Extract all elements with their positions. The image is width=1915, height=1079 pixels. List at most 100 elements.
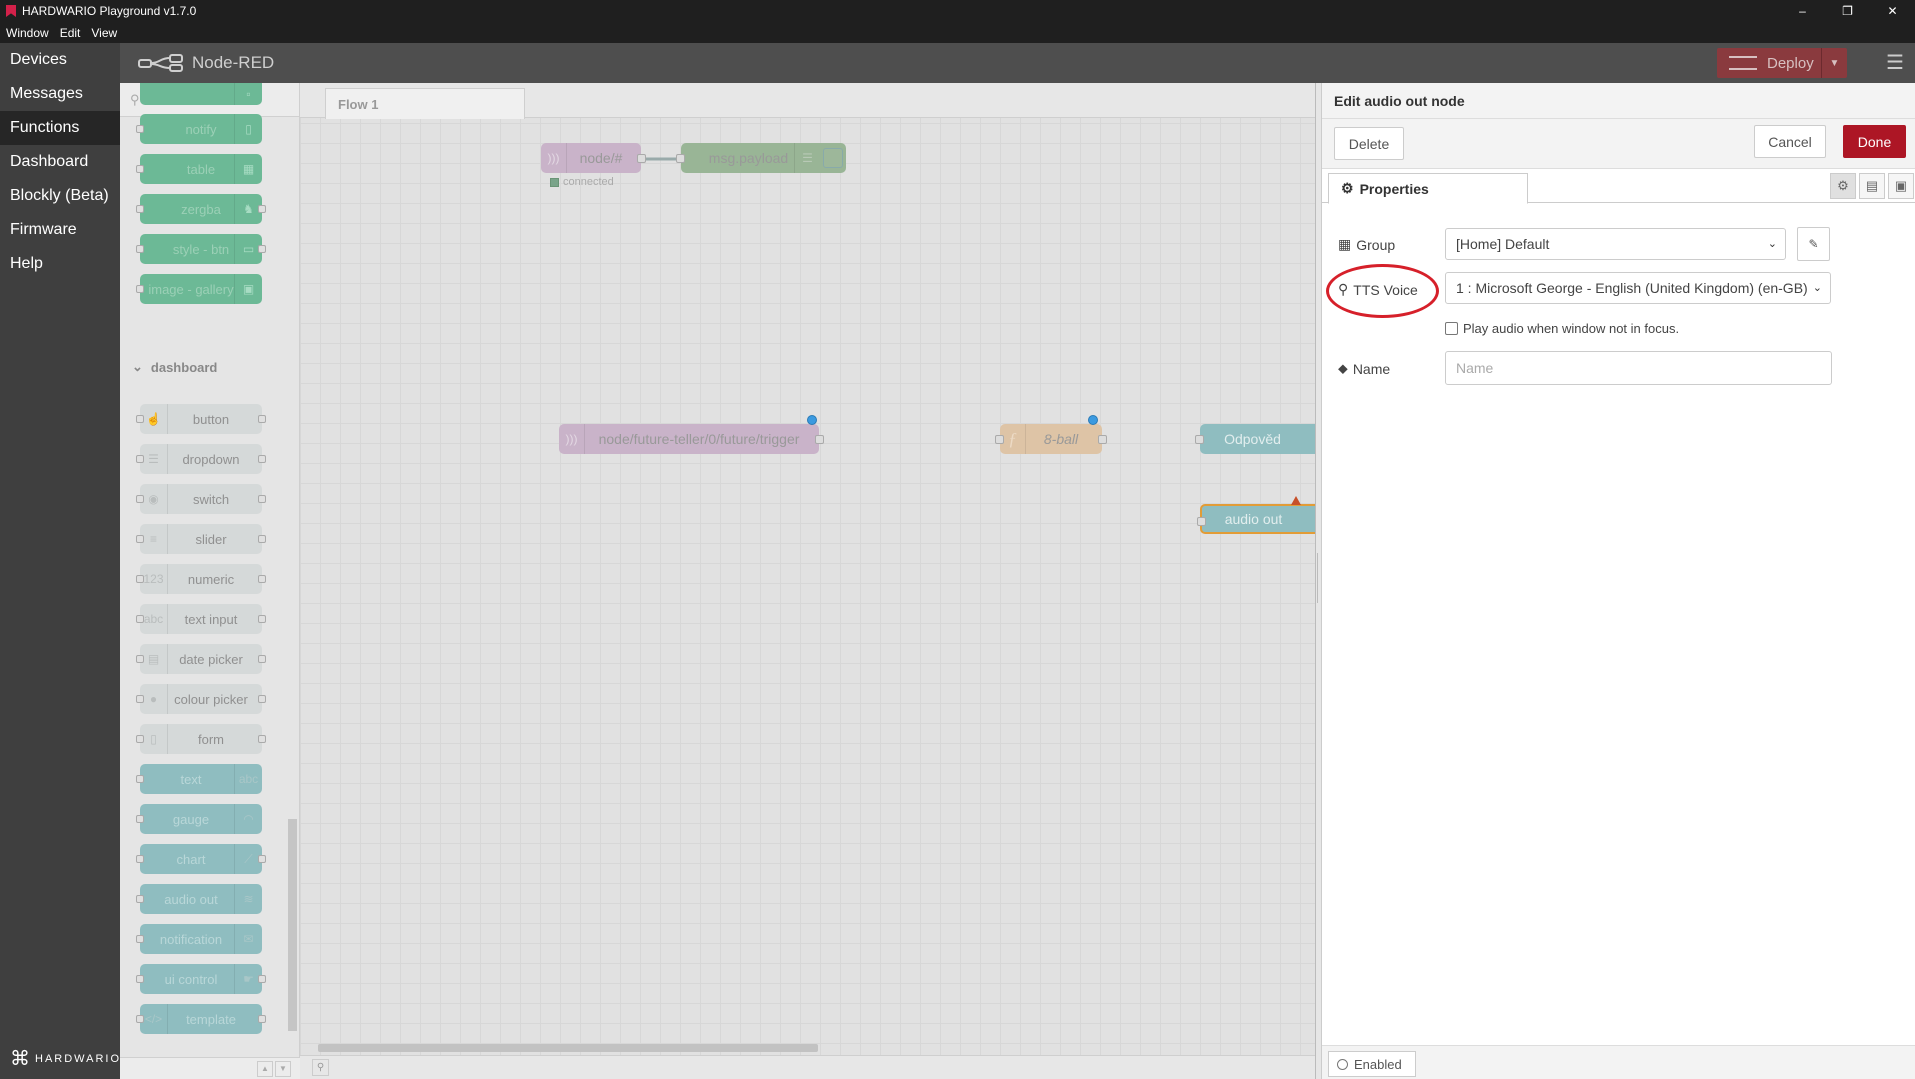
- palette-node-switch[interactable]: ◉ switch: [136, 484, 266, 514]
- flow-node-mqtt-trigger[interactable]: ))) node/future-teller/0/future/trigger: [559, 424, 824, 454]
- group-select[interactable]: [Home] Default ⌄: [1445, 228, 1786, 260]
- workspace-hscrollbar[interactable]: [316, 1043, 1301, 1053]
- palette-node-ui-control[interactable]: ui control ☛: [136, 964, 266, 994]
- appearance-icon[interactable]: ▣: [1888, 173, 1914, 199]
- zoom-search-icon[interactable]: ⚲: [312, 1059, 329, 1076]
- done-button[interactable]: Done: [1843, 125, 1906, 158]
- table-icon: ▦: [234, 154, 262, 184]
- palette-category-label: dashboard: [150, 359, 218, 375]
- palette-category-dashboard[interactable]: ⌄ dashboard: [132, 359, 217, 375]
- menu-view[interactable]: View: [91, 26, 117, 40]
- nav-dashboard[interactable]: Dashboard: [0, 145, 120, 179]
- group-select-value: [Home] Default: [1456, 236, 1550, 252]
- palette-node-table[interactable]: table ▦: [136, 154, 262, 184]
- palette-node-label: zergba: [181, 201, 221, 217]
- tab-properties[interactable]: ⚙ Properties: [1328, 173, 1528, 204]
- hand-icon: ☝: [140, 404, 168, 434]
- flow-node-debug[interactable]: msg.payload ☰: [676, 143, 846, 173]
- palette-node-text-input[interactable]: abc text input: [136, 604, 266, 634]
- palette-node-notification[interactable]: notification ✉: [136, 924, 262, 954]
- close-button[interactable]: ✕: [1870, 0, 1915, 22]
- palette-node-gauge[interactable]: gauge ◠: [136, 804, 262, 834]
- palette-node-label: form: [198, 731, 224, 747]
- flow-node-mqtt-in[interactable]: ))) node/#: [541, 143, 646, 173]
- cancel-button[interactable]: Cancel: [1754, 125, 1826, 158]
- deploy-dropdown-icon[interactable]: ▼: [1821, 48, 1847, 78]
- flow-workspace[interactable]: Flow 1 ))) node/# connected msg.payload …: [300, 83, 1315, 1079]
- hardwario-logo: ⌘ HARDWARIO: [10, 1046, 121, 1071]
- name-input[interactable]: [1445, 351, 1832, 385]
- search-icon: ⚲: [130, 91, 140, 107]
- play-audio-checkbox[interactable]: [1445, 322, 1458, 335]
- node-palette: ⚲ ▫ notify ▯ table ▦ zergba ♞ style - bt…: [120, 83, 300, 1079]
- nav-functions[interactable]: Functions: [0, 111, 120, 145]
- palette-node-form[interactable]: ▯ form: [136, 724, 266, 754]
- palette-scrollbar[interactable]: [285, 109, 299, 1039]
- nodered-header: Node-RED Deploy ▼ ☰: [120, 43, 1915, 83]
- play-audio-label: Play audio when window not in focus.: [1463, 321, 1680, 336]
- description-icon[interactable]: ▤: [1859, 173, 1885, 199]
- tray-tabs: ⚙ Properties ⚙ ▤ ▣: [1322, 169, 1915, 204]
- nav-devices[interactable]: Devices: [0, 43, 120, 77]
- menu-window[interactable]: Window: [6, 26, 49, 40]
- palette-node-label: image - gallery: [148, 281, 234, 297]
- palette-node-button[interactable]: ☝ button: [136, 404, 266, 434]
- delete-button[interactable]: Delete: [1334, 127, 1404, 160]
- hamburger-menu-icon[interactable]: ☰: [1884, 52, 1906, 74]
- circle-icon: [1337, 1058, 1348, 1070]
- palette-node-template[interactable]: </> template: [136, 1004, 266, 1034]
- workspace-hscroll-thumb[interactable]: [318, 1044, 818, 1052]
- minimize-button[interactable]: –: [1780, 0, 1825, 22]
- deploy-icon: [1729, 56, 1757, 70]
- palette-node-colour-picker[interactable]: ● colour picker: [136, 684, 266, 714]
- nav-messages[interactable]: Messages: [0, 77, 120, 111]
- palette-node-text[interactable]: text abc: [136, 764, 262, 794]
- warning-triangle-icon: [1291, 496, 1301, 505]
- palette-node-dropdown[interactable]: ☰ dropdown: [136, 444, 266, 474]
- palette-node-numeric[interactable]: 123 numeric: [136, 564, 266, 594]
- palette-node-zergba[interactable]: zergba ♞: [136, 194, 266, 224]
- nav-firmware[interactable]: Firmware: [0, 213, 120, 247]
- palette-node-notify[interactable]: notify ▯: [136, 114, 262, 144]
- palette-node-chart[interactable]: chart ⟋: [136, 844, 266, 874]
- restore-button[interactable]: ❐: [1825, 0, 1870, 22]
- palette-scroll-thumb[interactable]: [288, 819, 297, 1031]
- settings-gear-icon[interactable]: ⚙: [1830, 173, 1856, 199]
- edit-group-pencil-icon[interactable]: ✎: [1797, 227, 1830, 261]
- menu-edit[interactable]: Edit: [60, 26, 81, 40]
- palette-node-label: table: [186, 161, 216, 177]
- flow-node-label: node/future-teller/0/future/trigger: [598, 431, 800, 447]
- palette-node-style-btn[interactable]: style - btn ▭: [136, 234, 266, 264]
- tray-title: Edit audio out node: [1322, 83, 1915, 119]
- flow-node-function[interactable]: ƒ 8-ball: [995, 424, 1107, 454]
- expand-all-icon[interactable]: ▼: [275, 1061, 291, 1077]
- flow-node-text[interactable]: Odpověd: [1195, 424, 1315, 454]
- image-icon: ▣: [234, 274, 262, 304]
- nav-help[interactable]: Help: [0, 247, 120, 281]
- tts-voice-select[interactable]: 1 : Microsoft George - English (United K…: [1445, 272, 1831, 304]
- collapse-all-icon[interactable]: ▲: [257, 1061, 273, 1077]
- envelope-icon: ✉: [234, 924, 262, 954]
- palette-node-image-gallery[interactable]: image - gallery ▣: [136, 274, 262, 304]
- tray-resize-handle[interactable]: [1316, 83, 1322, 1079]
- palette-node-partial[interactable]: ▫: [140, 83, 262, 105]
- form-icon: ▯: [140, 724, 168, 754]
- palette-node-label: button: [192, 411, 230, 427]
- palette-node-label: style - btn: [172, 241, 230, 257]
- deploy-label: Deploy: [1767, 54, 1814, 72]
- hardwario-logo-text: HARDWARIO: [35, 1052, 122, 1065]
- changed-indicator: [807, 415, 817, 425]
- palette-node-slider[interactable]: ≡ slider: [136, 524, 266, 554]
- phone-icon: ▯: [234, 114, 262, 144]
- palette-node-date-picker[interactable]: ▤ date picker: [136, 644, 266, 674]
- nav-blockly[interactable]: Blockly (Beta): [0, 179, 120, 213]
- deploy-button[interactable]: Deploy ▼: [1717, 48, 1847, 78]
- palette-node-audio-out[interactable]: audio out ≋: [136, 884, 262, 914]
- abc-icon: abc: [234, 764, 262, 794]
- flow-node-audio-out[interactable]: audio out: [1197, 504, 1315, 534]
- debug-toggle-button[interactable]: [823, 148, 843, 168]
- calendar-icon: ▤: [140, 644, 168, 674]
- tts-voice-value: 1 : Microsoft George - English (United K…: [1456, 280, 1808, 296]
- toggle-icon: ◉: [140, 484, 168, 514]
- enabled-toggle[interactable]: Enabled: [1328, 1051, 1416, 1077]
